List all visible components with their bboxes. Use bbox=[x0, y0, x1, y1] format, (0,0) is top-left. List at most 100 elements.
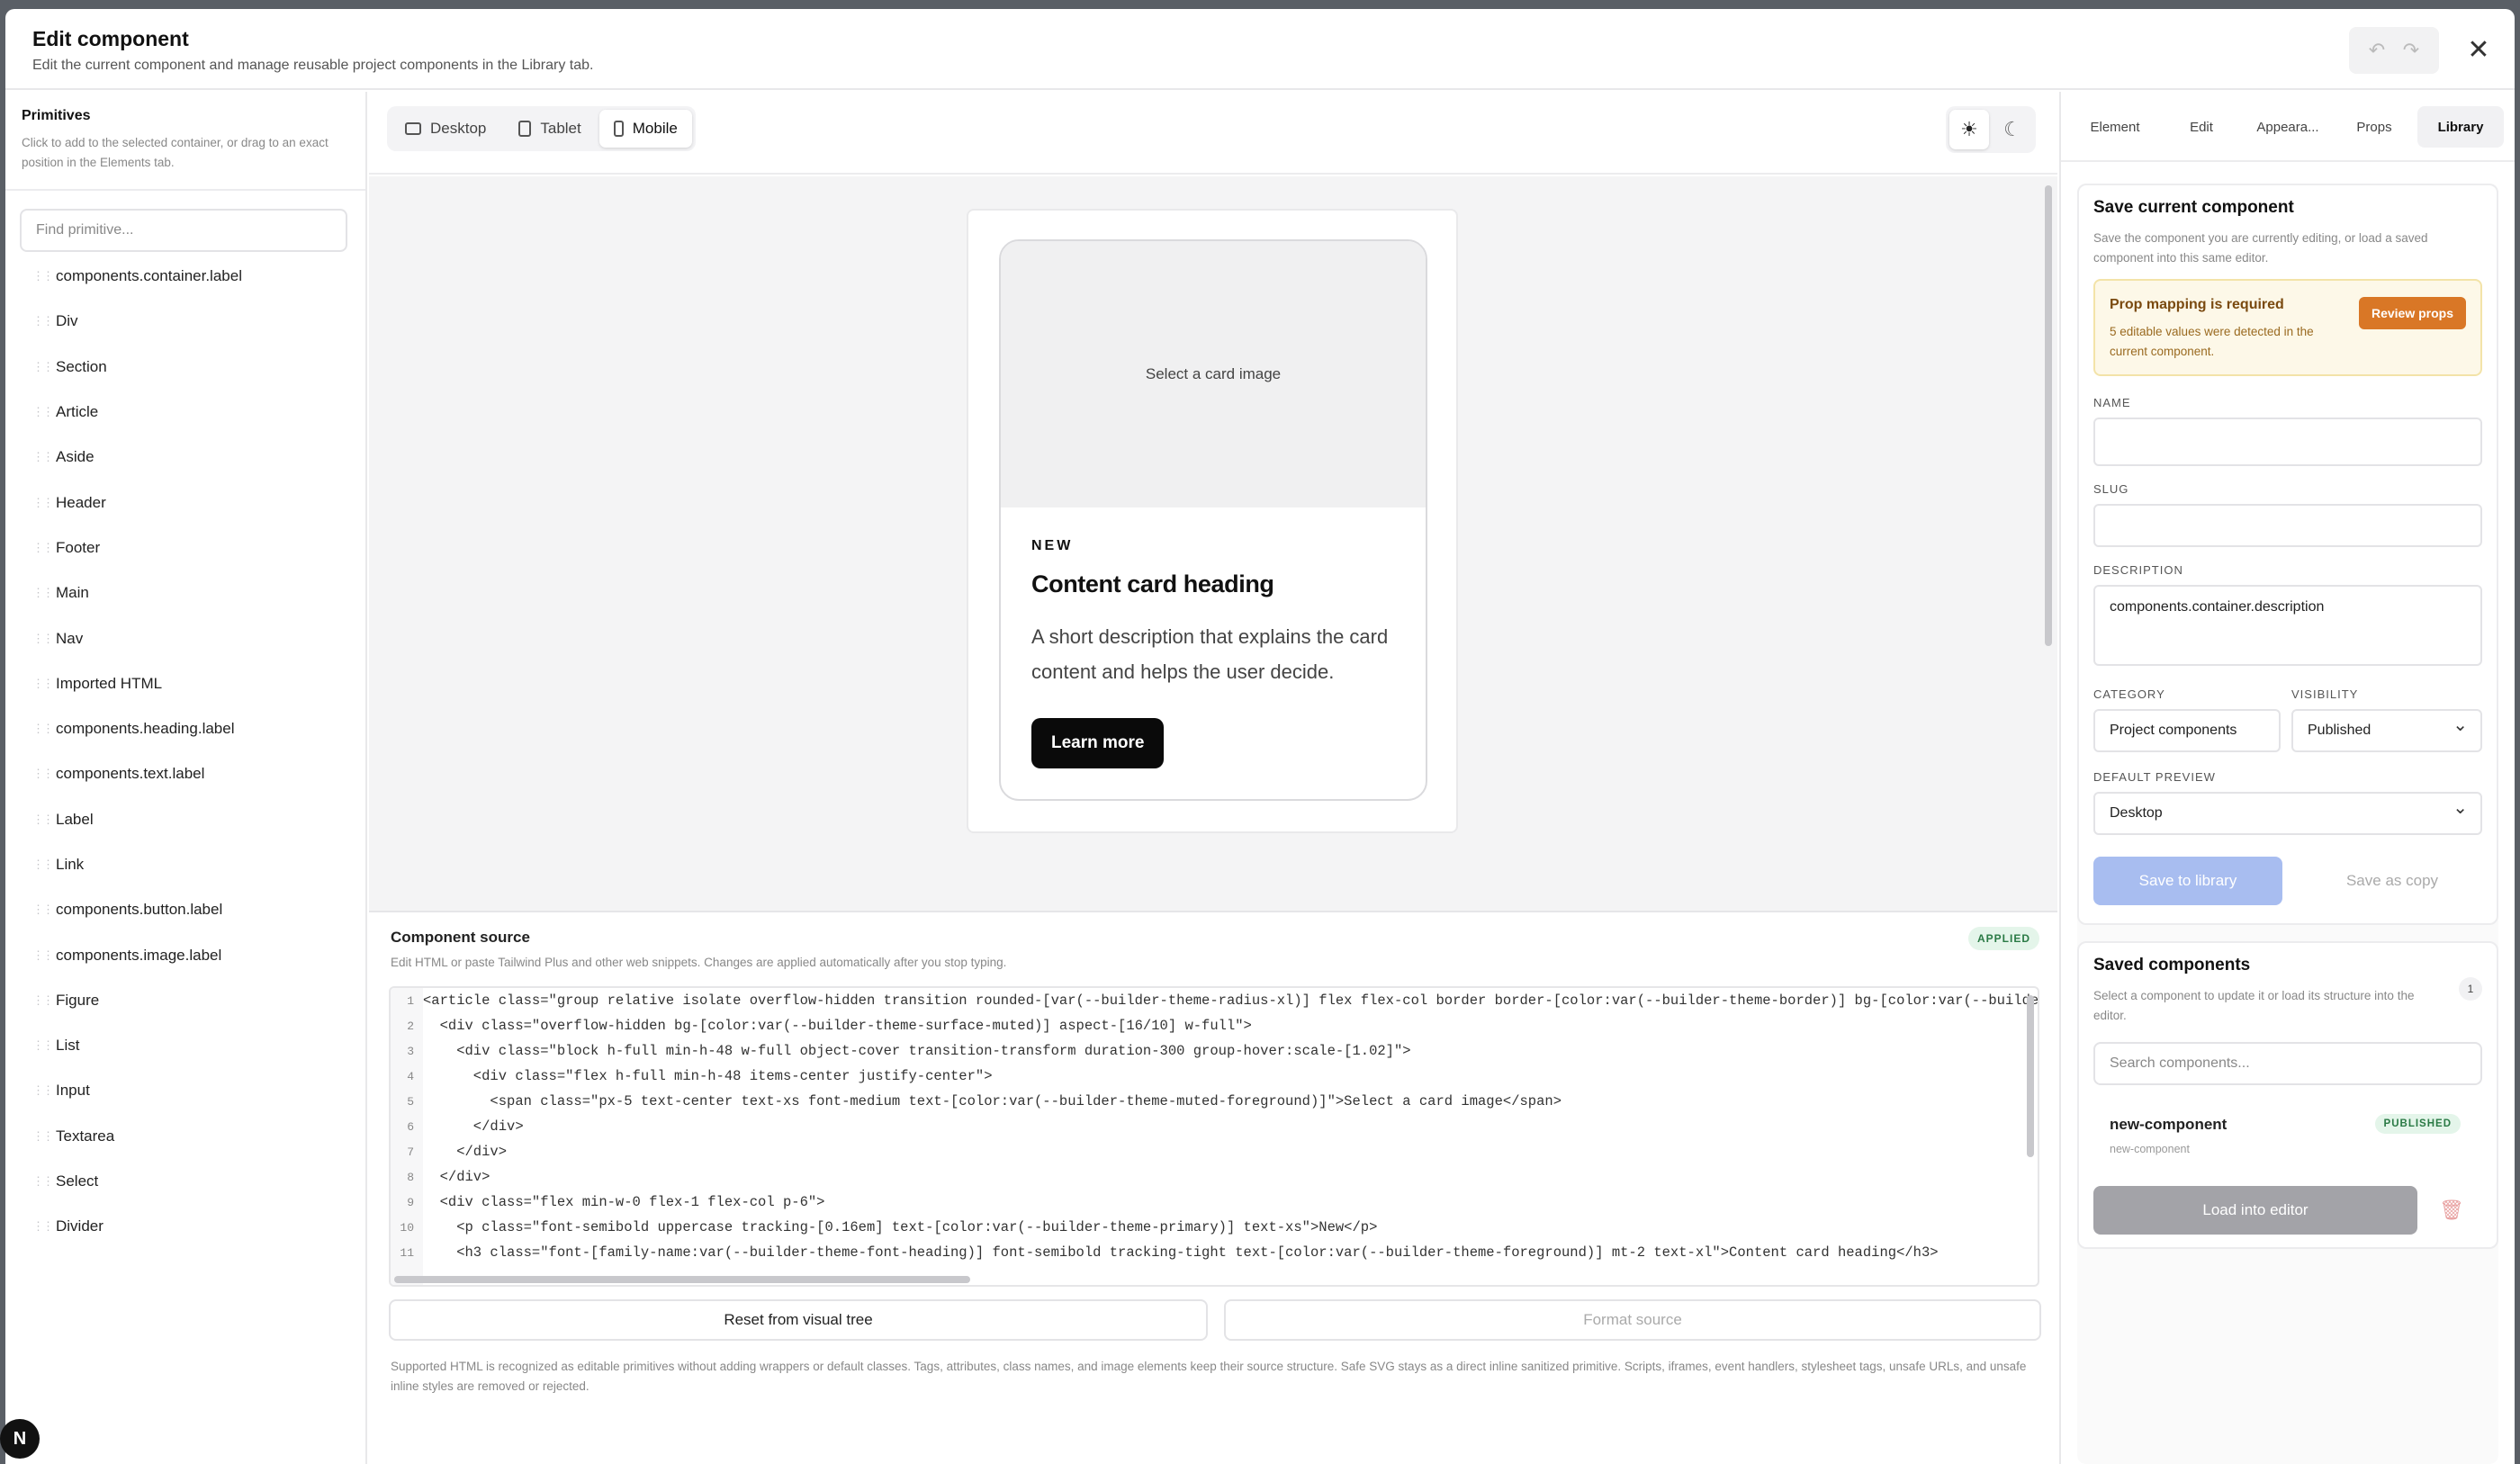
drag-handle-icon[interactable]: ⋮⋮ bbox=[5, 948, 54, 963]
trash-icon[interactable]: 🗑 bbox=[2430, 1188, 2473, 1233]
drag-handle-icon[interactable]: ⋮⋮ bbox=[5, 1219, 54, 1234]
primitive-item[interactable]: ⋮⋮ Select bbox=[5, 1159, 365, 1204]
vertical-scrollbar[interactable] bbox=[2027, 995, 2034, 1157]
tab-props[interactable]: Props bbox=[2331, 106, 2417, 148]
line-number: 2 bbox=[407, 1019, 414, 1033]
close-icon[interactable]: ✕ bbox=[2459, 31, 2498, 70]
device-mobile-button[interactable]: Mobile bbox=[598, 110, 692, 148]
save-to-library-button[interactable]: Save to library bbox=[2093, 857, 2282, 905]
primitive-item[interactable]: ⋮⋮ Link bbox=[5, 842, 365, 887]
primitive-item[interactable]: ⋮⋮ Aside bbox=[5, 435, 365, 480]
content-card[interactable]: Select a card image NEW Content card hea… bbox=[999, 239, 1427, 801]
card-image-placeholder[interactable]: Select a card image bbox=[1001, 241, 1426, 507]
moon-icon[interactable]: ☾ bbox=[1993, 110, 2032, 149]
smartphone-icon bbox=[613, 121, 624, 137]
drag-handle-icon[interactable]: ⋮⋮ bbox=[5, 1129, 54, 1144]
drag-handle-icon[interactable]: ⋮⋮ bbox=[5, 405, 54, 419]
drag-handle-icon[interactable]: ⋮⋮ bbox=[5, 269, 54, 283]
tab-appearance[interactable]: Appeara... bbox=[2245, 106, 2331, 148]
drag-handle-icon[interactable]: ⋮⋮ bbox=[5, 903, 54, 917]
primitive-item[interactable]: ⋮⋮ Nav bbox=[5, 615, 365, 660]
code-line[interactable]: 3 <div class="block h-full min-h-48 w-fu… bbox=[391, 1038, 2038, 1064]
tab-edit[interactable]: Edit bbox=[2158, 106, 2245, 148]
drag-handle-icon[interactable]: ⋮⋮ bbox=[5, 314, 54, 328]
primitive-item[interactable]: ⋮⋮ Figure bbox=[5, 978, 365, 1023]
code-line[interactable]: 4 <div class="flex h-full min-h-48 items… bbox=[391, 1064, 2038, 1089]
primitive-list: ⋮⋮ components.container.label ⋮⋮ Div ⋮⋮ Sec… bbox=[5, 254, 365, 1250]
drag-handle-icon[interactable]: ⋮⋮ bbox=[5, 541, 54, 555]
modal-header: Edit component Edit the current componen… bbox=[5, 9, 2515, 90]
drag-handle-icon[interactable]: ⋮⋮ bbox=[5, 1083, 54, 1098]
search-components-input[interactable]: Search components... bbox=[2093, 1042, 2482, 1085]
primitive-item[interactable]: ⋮⋮ Input bbox=[5, 1068, 365, 1113]
drag-handle-icon[interactable]: ⋮⋮ bbox=[5, 1174, 54, 1189]
tab-library[interactable]: Library bbox=[2417, 106, 2504, 148]
primitive-item[interactable]: ⋮⋮ Header bbox=[5, 480, 365, 525]
name-label: NAME bbox=[2093, 396, 2131, 409]
primitive-search-input[interactable]: Find primitive... bbox=[20, 209, 347, 252]
device-desktop-button[interactable]: Desktop bbox=[391, 110, 500, 148]
drag-handle-icon[interactable]: ⋮⋮ bbox=[5, 722, 54, 736]
drag-handle-icon[interactable]: ⋮⋮ bbox=[5, 677, 54, 691]
drag-handle-icon[interactable]: ⋮⋮ bbox=[5, 813, 54, 827]
default-preview-select[interactable]: Desktop bbox=[2093, 788, 2482, 835]
learn-more-button[interactable]: Learn more bbox=[1031, 718, 1165, 768]
code-line[interactable]: 6 </div> bbox=[391, 1114, 2038, 1139]
drag-handle-icon[interactable]: ⋮⋮ bbox=[5, 586, 54, 600]
primitive-item[interactable]: ⋮⋮ List bbox=[5, 1023, 365, 1068]
drag-handle-icon[interactable]: ⋮⋮ bbox=[5, 1038, 54, 1053]
code-lines[interactable]: 1 <article class="group relative isolate … bbox=[391, 988, 2038, 1265]
drag-handle-icon[interactable]: ⋮⋮ bbox=[5, 450, 54, 464]
device-tablet-button[interactable]: Tablet bbox=[504, 110, 595, 148]
drag-handle-icon[interactable]: ⋮⋮ bbox=[5, 360, 54, 374]
drag-handle-icon[interactable]: ⋮⋮ bbox=[5, 632, 54, 646]
code-line[interactable]: 10 <p class="font-semibold uppercase tra… bbox=[391, 1215, 2038, 1240]
code-line[interactable]: 8 </div> bbox=[391, 1164, 2038, 1190]
primitive-item[interactable]: ⋮⋮ Main bbox=[5, 570, 365, 615]
code-line[interactable]: 11 <h3 class="font-[family-name:var(--bu… bbox=[391, 1240, 2038, 1265]
category-field[interactable]: Project components bbox=[2093, 709, 2281, 752]
code-line[interactable]: 5 <span class="px-5 text-center text-xs … bbox=[391, 1089, 2038, 1114]
primitive-item[interactable]: ⋮⋮ components.button.label bbox=[5, 887, 365, 932]
primitive-item[interactable]: ⋮⋮ Divider bbox=[5, 1204, 365, 1249]
drag-handle-icon[interactable]: ⋮⋮ bbox=[5, 496, 54, 510]
code-line[interactable]: 2 <div class="overflow-hidden bg-[color:… bbox=[391, 1013, 2038, 1038]
primitive-item[interactable]: ⋮⋮ components.text.label bbox=[5, 751, 365, 796]
primitive-item[interactable]: ⋮⋮ Div bbox=[5, 299, 365, 344]
primitive-item[interactable]: ⋮⋮ components.heading.label bbox=[5, 706, 365, 751]
primitive-item[interactable]: ⋮⋮ Label bbox=[5, 797, 365, 842]
redo-icon[interactable]: ↷ bbox=[2403, 39, 2419, 62]
format-source-button[interactable]: Format source bbox=[1224, 1299, 2041, 1341]
code-line[interactable]: 1 <article class="group relative isolate … bbox=[391, 988, 2038, 1013]
inspector-panel: Element Edit Appeara... Props Library Sa… bbox=[2059, 92, 2515, 1464]
canvas-scrollbar[interactable] bbox=[2045, 185, 2052, 646]
code-editor[interactable]: 1 <article class="group relative isolate … bbox=[389, 986, 2039, 1287]
primitive-item[interactable]: ⋮⋮ components.image.label bbox=[5, 932, 365, 977]
saved-component-name[interactable]: new-component bbox=[2110, 1116, 2227, 1134]
save-as-copy-button[interactable]: Save as copy bbox=[2291, 857, 2493, 905]
horizontal-scrollbar[interactable] bbox=[394, 1276, 970, 1283]
drag-handle-icon[interactable]: ⋮⋮ bbox=[5, 858, 54, 872]
load-into-editor-button[interactable]: Load into editor bbox=[2093, 1186, 2417, 1235]
primitive-item[interactable]: ⋮⋮ components.container.label bbox=[5, 254, 365, 299]
primitive-item[interactable]: ⋮⋮ Textarea bbox=[5, 1114, 365, 1159]
drag-handle-icon[interactable]: ⋮⋮ bbox=[5, 993, 54, 1008]
drag-handle-icon[interactable]: ⋮⋮ bbox=[5, 767, 54, 781]
code-line[interactable]: 9 <div class="flex min-w-0 flex-1 flex-c… bbox=[391, 1190, 2038, 1215]
visibility-select[interactable]: Published bbox=[2291, 705, 2482, 752]
primitive-item[interactable]: ⋮⋮ Imported HTML bbox=[5, 661, 365, 706]
review-props-button[interactable]: Review props bbox=[2358, 297, 2466, 329]
tab-element[interactable]: Element bbox=[2072, 106, 2158, 148]
primitive-item[interactable]: ⋮⋮ Section bbox=[5, 345, 365, 390]
name-field[interactable] bbox=[2093, 418, 2482, 466]
undo-icon[interactable]: ↶ bbox=[2369, 39, 2385, 62]
reset-from-visual-tree-button[interactable]: Reset from visual tree bbox=[389, 1299, 1208, 1341]
code-line[interactable]: 7 </div> bbox=[391, 1139, 2038, 1164]
description-field[interactable]: components.container.description bbox=[2093, 585, 2482, 666]
primitive-item[interactable]: ⋮⋮ Footer bbox=[5, 525, 365, 570]
primitive-item[interactable]: ⋮⋮ Article bbox=[5, 390, 365, 435]
card-kicker: NEW bbox=[1031, 538, 1074, 553]
sun-icon[interactable]: ☀ bbox=[1949, 110, 1989, 149]
app-logo-icon[interactable]: N bbox=[0, 1419, 40, 1459]
slug-field[interactable] bbox=[2093, 504, 2482, 547]
